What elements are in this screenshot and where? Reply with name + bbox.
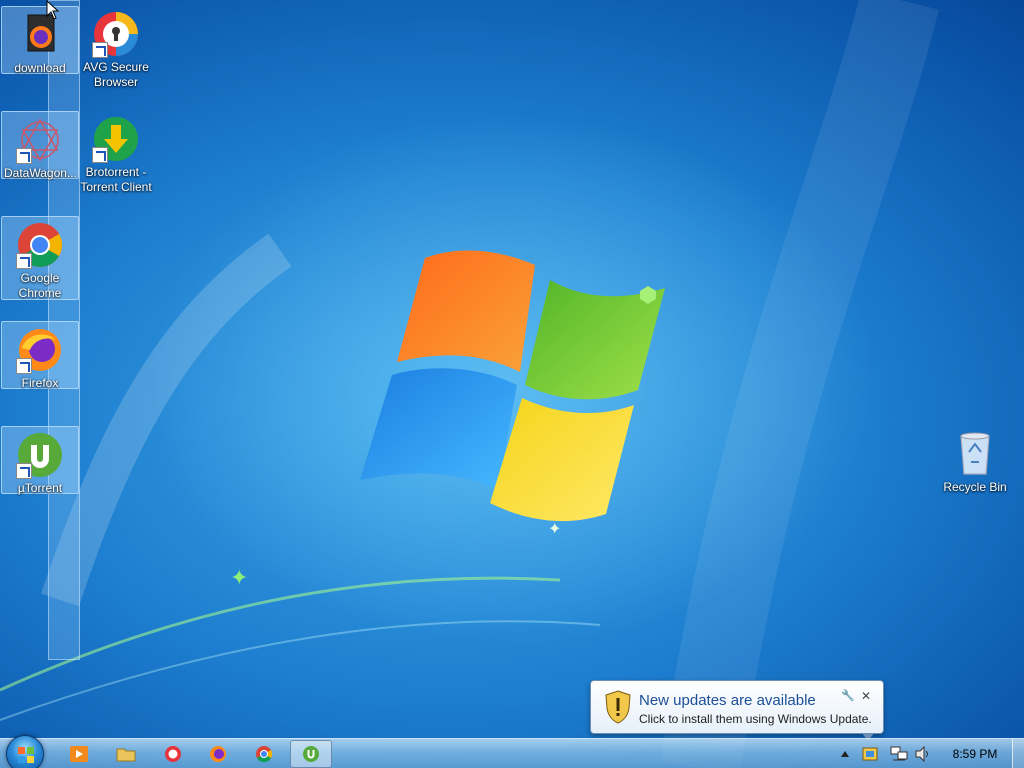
taskbar-avg-secure-browser[interactable] [152, 740, 194, 768]
desktop-icon-datawagon[interactable]: DataWagon... [1, 111, 79, 180]
desktop-icon-label: Recycle Bin [943, 480, 1007, 494]
desktop-icon-label: download [14, 61, 66, 75]
firefox-icon [210, 746, 226, 762]
desktop-icon-label: DataWagon... [4, 166, 77, 180]
shortcut-arrow-icon [92, 147, 108, 163]
desktop-icon-download[interactable]: download [1, 6, 79, 75]
shortcut-arrow-icon [16, 253, 32, 269]
desktop-icon-google-chrome[interactable]: Google Chrome [1, 216, 79, 300]
utorrent-icon [16, 431, 64, 479]
datawagon-icon [16, 116, 64, 164]
firefox-icon [16, 326, 64, 374]
desktop-icon-label: µTorrent [17, 481, 63, 495]
folder-icon [116, 748, 136, 762]
update-notification[interactable]: New updates are available Click to insta… [590, 680, 884, 734]
notification-close-icon[interactable]: ✕ [861, 689, 871, 703]
network-icon[interactable] [890, 746, 908, 762]
shortcut-arrow-icon [16, 463, 32, 479]
svg-text:✦: ✦ [548, 519, 561, 538]
notification-options-icon[interactable]: 🔧 [841, 689, 855, 702]
windows-update-shield-icon [605, 690, 631, 724]
taskbar-media-player[interactable] [58, 740, 100, 768]
start-orb-icon[interactable] [6, 735, 44, 768]
chrome-icon [16, 221, 64, 269]
chrome-icon [256, 746, 273, 763]
shortcut-arrow-icon [92, 42, 108, 58]
volume-icon[interactable] [915, 746, 931, 762]
media-player-icon [70, 746, 88, 762]
desktop-icon-label: AVG Secure Browser [83, 60, 149, 89]
avg-secure-browser-icon [92, 10, 140, 58]
notification-title: New updates are available [639, 692, 816, 709]
windows-update-flag-icon[interactable] [862, 746, 878, 762]
desktop-icon-label: Firefox [21, 376, 59, 390]
taskbar: 8:59 PM [0, 735, 1024, 768]
mouse-cursor-icon [46, 0, 60, 20]
desktop-icon-label: Google Chrome [18, 271, 62, 300]
taskbar-utorrent[interactable] [290, 740, 332, 768]
desktop-icon-avg-secure-browser[interactable]: AVG Secure Browser [77, 6, 155, 90]
desktop-icon-firefox[interactable]: Firefox [1, 321, 79, 390]
show-hidden-icons-arrow[interactable] [840, 750, 850, 758]
taskbar-clock[interactable]: 8:59 PM [945, 747, 1005, 761]
brotorrent-icon [92, 115, 140, 163]
recycle-bin-icon [951, 430, 999, 478]
desktop-icon-recycle-bin[interactable]: Recycle Bin [936, 426, 1014, 495]
taskbar-chrome[interactable] [243, 740, 285, 768]
shortcut-arrow-icon [16, 358, 32, 374]
desktop-icon-utorrent[interactable]: µTorrent [1, 426, 79, 495]
avg-secure-browser-icon [165, 746, 181, 762]
desktop-icon-label: Brotorrent - Torrent Client [80, 165, 152, 194]
taskbar-firefox[interactable] [197, 740, 239, 768]
taskbar-explorer[interactable] [105, 740, 147, 768]
svg-text:✦: ✦ [230, 566, 248, 591]
shortcut-arrow-icon [16, 148, 32, 164]
utorrent-icon [303, 746, 319, 762]
desktop-icon-brotorrent[interactable]: Brotorrent - Torrent Client [77, 111, 155, 195]
show-desktop-button[interactable] [1012, 739, 1024, 768]
notification-body: Click to install them using Windows Upda… [639, 712, 872, 726]
